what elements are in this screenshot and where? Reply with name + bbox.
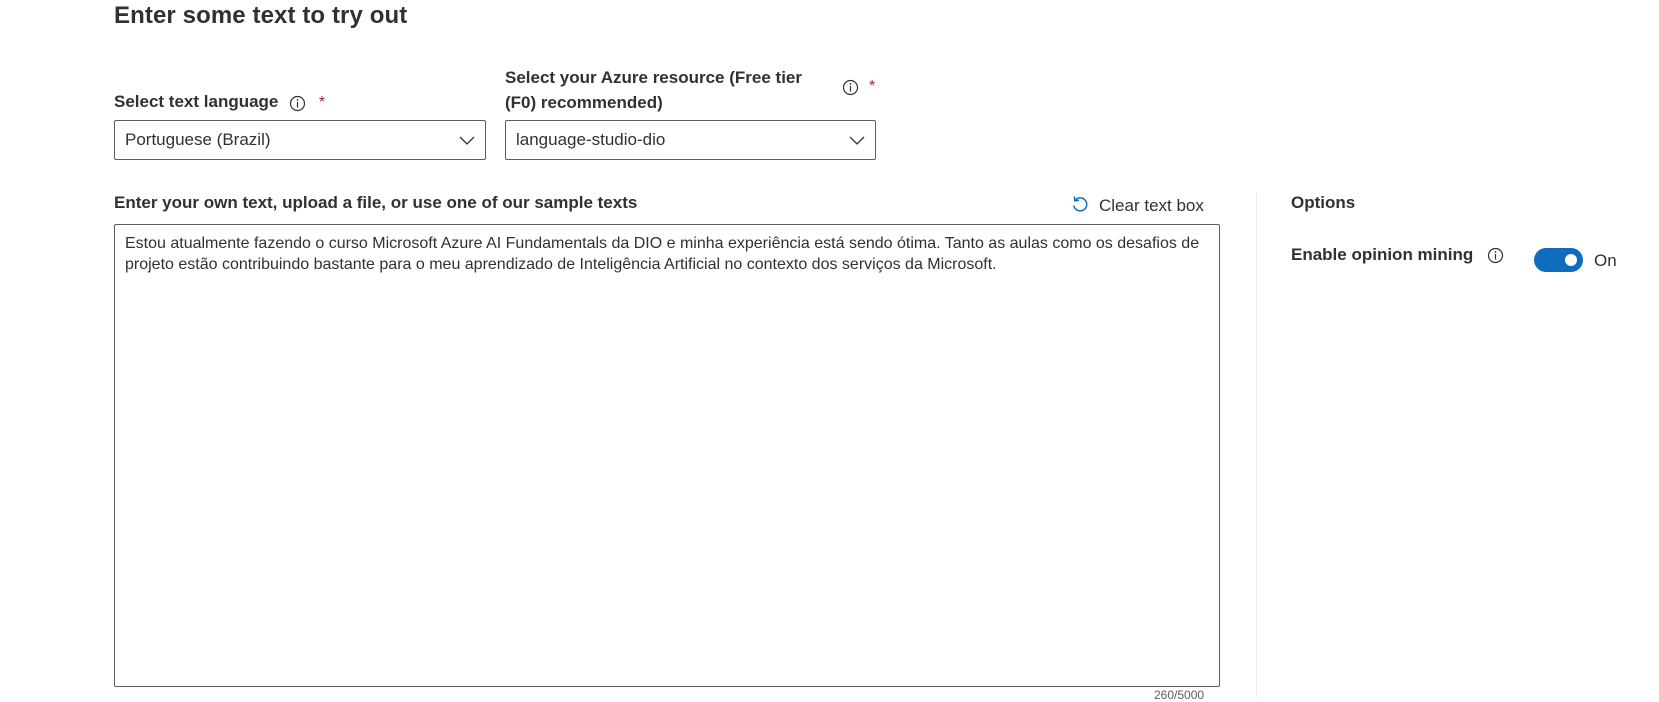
language-selected-value: Portuguese (Brazil)	[125, 130, 271, 149]
chevron-down-icon	[849, 133, 865, 145]
info-icon[interactable]	[289, 94, 306, 112]
info-icon[interactable]	[842, 79, 859, 96]
resource-label-line1: Select your Azure resource (Free tier	[505, 68, 802, 87]
page-title: Enter some text to try out	[114, 2, 408, 29]
info-icon[interactable]	[1487, 247, 1504, 264]
language-dropdown[interactable]: Portuguese (Brazil)	[114, 120, 486, 160]
required-indicator: *	[318, 94, 326, 111]
required-indicator: *	[869, 78, 876, 95]
resource-selected-value: language-studio-dio	[516, 130, 666, 149]
character-count: 260/5000	[1154, 688, 1205, 702]
undo-icon	[1070, 194, 1090, 219]
language-label-row: Select text language *	[114, 89, 325, 115]
language-label: Select text language	[114, 92, 279, 111]
toggle-knob	[1565, 254, 1577, 266]
options-title: Options	[1291, 193, 1356, 212]
text-input-label: Enter your own text, upload a file, or u…	[114, 193, 638, 212]
clear-text-label: Clear text box	[1099, 196, 1204, 215]
resource-label-line2: (F0) recommended)	[505, 93, 663, 112]
clear-text-button[interactable]: Clear text box	[1070, 193, 1204, 219]
panel-divider	[1256, 192, 1257, 697]
resource-dropdown[interactable]: language-studio-dio	[505, 120, 876, 160]
resource-label: Select your Azure resource (Free tier (F…	[505, 65, 805, 115]
text-input-area[interactable]: Estou atualmente fazendo o curso Microso…	[114, 224, 1220, 687]
chevron-down-icon	[459, 133, 475, 145]
opinion-mining-label: Enable opinion mining	[1291, 245, 1474, 264]
opinion-mining-toggle[interactable]	[1534, 248, 1583, 272]
toggle-state-label: On	[1594, 251, 1617, 270]
